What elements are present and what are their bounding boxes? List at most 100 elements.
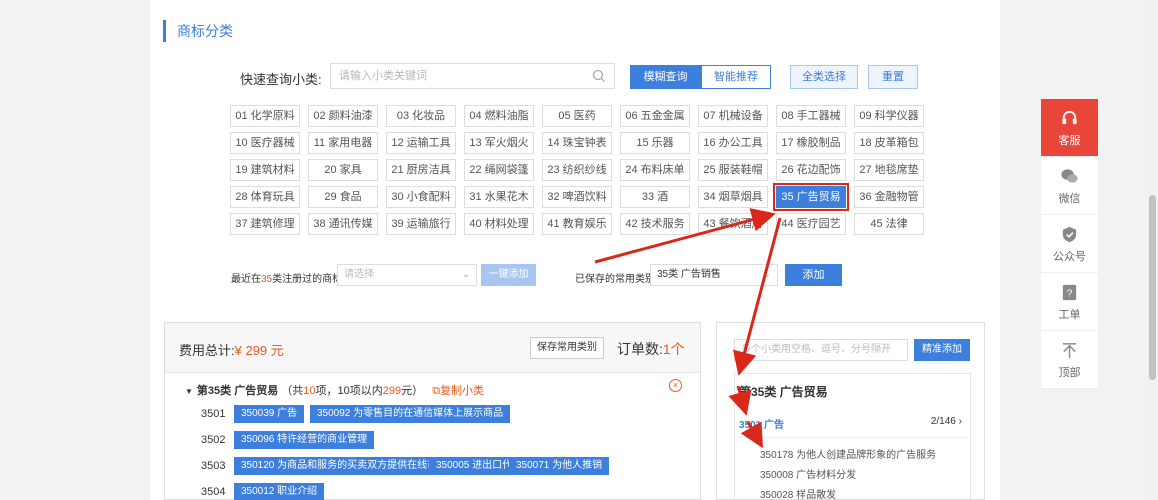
headset-icon: [1062, 110, 1077, 125]
subclass-group-row[interactable]: 3501 广告 2/146 ›: [739, 412, 968, 438]
class-option[interactable]: 28 体育玩具: [230, 186, 300, 208]
subclass-group-code: 3502: [201, 434, 226, 446]
class-option[interactable]: 24 布料床单: [620, 159, 690, 181]
recent-trademark-select[interactable]: 请选择 ⌄: [337, 264, 477, 286]
subclass-item[interactable]: 350028 样品散发: [760, 486, 836, 500]
class-option[interactable]: 25 服装鞋帽: [698, 159, 768, 181]
subclass-group-code: 3501: [201, 408, 226, 420]
chevron-down-icon: ⌄: [762, 269, 771, 280]
class-option[interactable]: 30 小食配料: [386, 186, 456, 208]
class-option[interactable]: 04 燃料油脂: [464, 105, 534, 127]
class-option[interactable]: 40 材料处理: [464, 213, 534, 235]
class-option[interactable]: 12 运输工具: [386, 132, 456, 154]
copy-subclasses-link[interactable]: ⧉复制小类: [432, 385, 484, 397]
customer-service-button[interactable]: 客服: [1041, 99, 1098, 157]
saved-classes-select[interactable]: 35类 广告销售 ⌄: [650, 264, 778, 286]
subclass-list: 第35类 广告贸易 3501 广告 2/146 › 350178 为他人创建品牌…: [734, 373, 971, 500]
class-option[interactable]: 37 建筑修理: [230, 213, 300, 235]
chevron-right-icon: ›: [958, 416, 962, 427]
class-option[interactable]: 39 运输旅行: [386, 213, 456, 235]
subclass-batch-input[interactable]: 多个小类用空格、逗号、分号隔开: [734, 339, 908, 361]
class-option[interactable]: 33 酒: [620, 186, 690, 208]
back-to-top-button[interactable]: 顶部: [1041, 331, 1098, 389]
class-option[interactable]: 19 建筑材料: [230, 159, 300, 181]
subclass-tag[interactable]: 350039 广告: [234, 405, 305, 423]
fee-total: 费用总计:¥ 299 元: [179, 343, 284, 358]
section-title: 商标分类: [163, 20, 233, 42]
class-option[interactable]: 07 机械设备: [698, 105, 768, 127]
scrollbar-thumb[interactable]: [1149, 195, 1156, 380]
wechat-icon: [1061, 169, 1078, 183]
page-scrollbar[interactable]: [1147, 0, 1158, 500]
ticket-button[interactable]: ? 工单: [1041, 273, 1098, 331]
fee-header: 费用总计:¥ 299 元 保存常用类别 订单数:1个: [165, 323, 700, 373]
fuzzy-query-button[interactable]: 模糊查询: [630, 65, 701, 89]
class-option[interactable]: 36 金融物管: [854, 186, 924, 208]
quick-query-input[interactable]: [331, 64, 581, 88]
class-option[interactable]: 15 乐器: [620, 132, 690, 154]
class-option[interactable]: 41 教育娱乐: [542, 213, 612, 235]
class-option[interactable]: 34 烟草烟具: [698, 186, 768, 208]
class-option[interactable]: 26 花边配饰: [776, 159, 846, 181]
svg-text:?: ?: [1067, 288, 1073, 299]
subclass-tag[interactable]: 350071 为他人推销: [509, 457, 610, 475]
subclass-group-name: 3501 广告: [739, 420, 785, 431]
class-option[interactable]: 29 食品: [308, 186, 378, 208]
search-icon[interactable]: [592, 69, 606, 83]
class-group-header[interactable]: ▼ 第35类 广告贸易 （共10项，10项以内299元） ⧉复制小类: [185, 382, 484, 398]
subclass-tag[interactable]: 350012 职业介绍: [234, 483, 325, 500]
class-option[interactable]: 44 医疗园艺: [776, 213, 846, 235]
class-option[interactable]: 13 军火烟火: [464, 132, 534, 154]
fee-panel: 费用总计:¥ 299 元 保存常用类别 订单数:1个 ▼ 第35类 广告贸易 （共…: [164, 322, 701, 500]
official-account-button[interactable]: 公众号: [1041, 215, 1098, 273]
class-option[interactable]: 09 科学仪器: [854, 105, 924, 127]
class-option[interactable]: 16 办公工具: [698, 132, 768, 154]
class-option[interactable]: 42 技术服务: [620, 213, 690, 235]
subclass-panel: 多个小类用空格、逗号、分号隔开 精准添加 第35类 广告贸易 3501 广告 2…: [716, 322, 985, 500]
quick-query-label: 快速查询小类:: [240, 72, 322, 87]
subclass-tag[interactable]: 350120 为商品和服务的买卖双方提供在线市场: [234, 457, 455, 475]
class-option[interactable]: 20 家具: [308, 159, 378, 181]
class-option[interactable]: 45 法律: [854, 213, 924, 235]
class-option[interactable]: 03 化妆品: [386, 105, 456, 127]
class-option[interactable]: 43 餐饮酒店: [698, 213, 768, 235]
one-click-add-button[interactable]: 一键添加: [481, 264, 536, 286]
class-option[interactable]: 08 手工器械: [776, 105, 846, 127]
subclass-group-count: 2/146 ›: [930, 416, 962, 427]
remove-group-icon[interactable]: ×: [669, 379, 682, 392]
subclass-item[interactable]: 350178 为他人创建品牌形象的广告服务: [760, 446, 936, 461]
save-common-classes-button[interactable]: 保存常用类别: [530, 337, 604, 359]
class-option[interactable]: 14 珠宝钟表: [542, 132, 612, 154]
subclass-item[interactable]: 350008 广告材料分发: [760, 466, 856, 481]
smart-recommend-button[interactable]: 智能推荐: [701, 65, 771, 89]
class-option[interactable]: 23 纺织纱线: [542, 159, 612, 181]
class-option[interactable]: 31 水果花木: [464, 186, 534, 208]
select-all-classes-button[interactable]: 全类选择: [790, 65, 858, 89]
class-option[interactable]: 27 地毯席垫: [854, 159, 924, 181]
subclass-group-code: 3503: [201, 460, 226, 472]
class-option[interactable]: 11 家用电器: [308, 132, 378, 154]
wechat-button[interactable]: 微信: [1041, 157, 1098, 215]
class-option[interactable]: 10 医疗器械: [230, 132, 300, 154]
class-option[interactable]: 05 医药: [542, 105, 612, 127]
subclass-tag[interactable]: 350092 为零售目的在通信媒体上展示商品: [310, 405, 511, 423]
reset-button[interactable]: 重置: [868, 65, 918, 89]
recent-select-placeholder: 请选择: [344, 269, 374, 280]
precise-add-button[interactable]: 精准添加: [914, 339, 970, 361]
back-to-top-icon: [1062, 343, 1077, 359]
class-option[interactable]: 21 厨房洁具: [386, 159, 456, 181]
class-option[interactable]: 17 橡胶制品: [776, 132, 846, 154]
class-option[interactable]: 02 颜料油漆: [308, 105, 378, 127]
caret-down-icon[interactable]: ▼: [185, 387, 193, 396]
class-option[interactable]: 18 皮革箱包: [854, 132, 924, 154]
class-option[interactable]: 38 通讯传媒: [308, 213, 378, 235]
class-option[interactable]: 22 绳网袋篷: [464, 159, 534, 181]
class-option[interactable]: 32 啤酒饮料: [542, 186, 612, 208]
class-option[interactable]: 35 广告贸易: [773, 183, 849, 211]
recent-registered-label: 最近在35类注册过的商标:: [231, 274, 345, 285]
class-option[interactable]: 06 五金金属: [620, 105, 690, 127]
add-saved-button[interactable]: 添加: [785, 264, 842, 286]
subclass-tag[interactable]: 350096 特许经营的商业管理: [234, 431, 375, 449]
class-option[interactable]: 01 化学原料: [230, 105, 300, 127]
quick-query-search-box: [330, 63, 615, 89]
